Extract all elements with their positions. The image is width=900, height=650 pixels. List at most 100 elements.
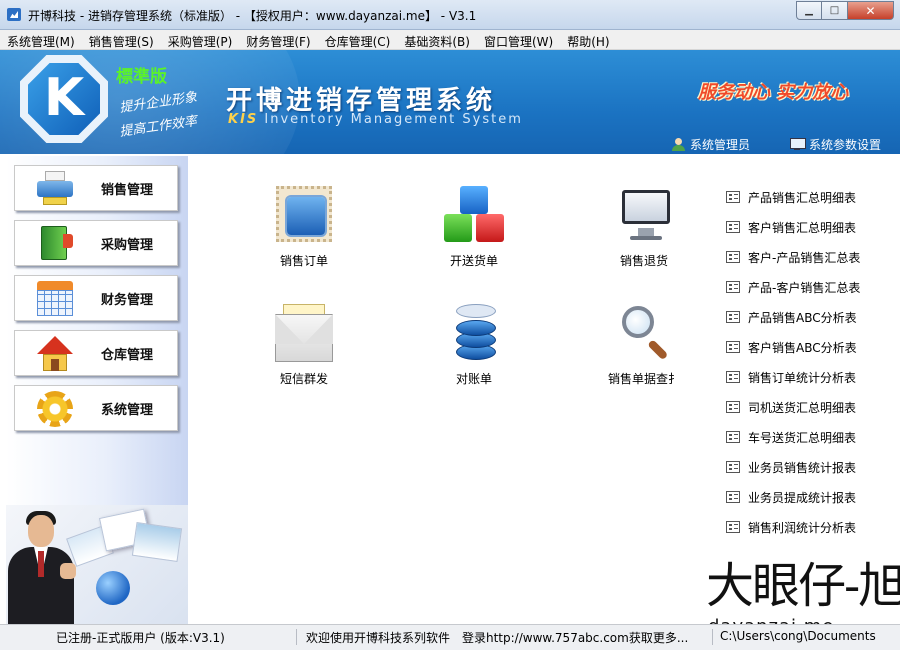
report-label: 销售订单统计分析表 (748, 370, 857, 385)
report-icon (726, 521, 740, 533)
report-label: 客户销售汇总明细表 (748, 220, 857, 235)
printer-icon (37, 171, 73, 207)
status-registration: 已注册-正式版用户 (版本:V3.1) (56, 631, 225, 645)
report-label: 司机送货汇总明细表 (748, 400, 857, 415)
header-banner: K 標準版 提升企业形象 提高工作效率 开博进销存管理系统 KIS Invent… (0, 50, 900, 154)
sidebar-item-label: 财务管理 (101, 292, 154, 308)
report-icon (726, 431, 740, 443)
motto: 服务动心 实力放心 (698, 82, 849, 103)
status-divider (296, 629, 297, 645)
report-icon (726, 251, 740, 263)
report-label: 产品销售汇总明细表 (748, 190, 857, 205)
subtitle-brand: KIS (228, 112, 259, 127)
system-settings-link[interactable]: 系统参数设置 (790, 136, 881, 153)
report-label: 业务员销售统计报表 (748, 460, 857, 475)
minimize-icon: ▁ (805, 5, 813, 16)
sidebar-item-warehouse[interactable]: 仓库管理 (14, 330, 178, 376)
report-link[interactable]: 产品-客户销售汇总表 (726, 279, 860, 295)
sidebar-item-label: 仓库管理 (101, 347, 154, 363)
menu-help[interactable]: 帮助(H) (560, 30, 616, 49)
stamp-icon (276, 186, 332, 242)
book-icon (37, 226, 73, 262)
monitor-icon (618, 186, 674, 242)
menu-window[interactable]: 窗口管理(W) (477, 30, 560, 49)
database-icon (448, 304, 504, 364)
report-link[interactable]: 销售订单统计分析表 (726, 369, 856, 385)
blocks-icon (444, 186, 504, 242)
subtitle-rest: Inventory Management System (258, 112, 523, 127)
close-button[interactable]: ✕ (848, 1, 894, 20)
report-icon (726, 461, 740, 473)
sidebar-item-label: 采购管理 (101, 237, 154, 253)
report-link[interactable]: 客户-产品销售汇总表 (726, 249, 860, 265)
system-subtitle: KIS Inventory Management System (228, 112, 523, 127)
envelope-icon (275, 304, 333, 364)
minimize-button[interactable]: ▁ (796, 1, 822, 20)
sidebar-item-purchase[interactable]: 采购管理 (14, 220, 178, 266)
menu-purchase[interactable]: 采购管理(P) (161, 30, 240, 49)
report-link[interactable]: 产品销售汇总明细表 (726, 189, 856, 205)
slogan-line-2: 提高工作效率 (118, 114, 198, 140)
function-label: 销售单据查扌 (607, 372, 680, 386)
report-icon (726, 281, 740, 293)
status-login-hint: 登录http://www.757abc.com获取更多... (462, 631, 689, 645)
report-label: 产品-客户销售汇总表 (748, 280, 861, 295)
report-link[interactable]: 业务员销售统计报表 (726, 459, 856, 475)
house-icon (37, 336, 73, 372)
system-settings-label: 系统参数设置 (809, 138, 882, 152)
report-icon (726, 371, 740, 383)
function-label: 开送货单 (449, 254, 498, 268)
report-icon (726, 221, 740, 233)
report-link[interactable]: 司机送货汇总明细表 (726, 399, 856, 415)
close-icon: ✕ (865, 3, 876, 18)
report-link[interactable]: 销售利润统计分析表 (726, 519, 856, 535)
report-icon (726, 311, 740, 323)
report-link[interactable]: 客户销售汇总明细表 (726, 219, 856, 235)
function-label: 销售退货 (619, 254, 668, 268)
maximize-icon: □ (829, 5, 840, 16)
report-label: 客户销售ABC分析表 (748, 340, 857, 355)
report-label: 产品销售ABC分析表 (748, 310, 857, 325)
report-link[interactable]: 车号送货汇总明细表 (726, 429, 856, 445)
current-user-link[interactable]: 系统管理员 (672, 136, 750, 153)
sidebar-item-label: 系统管理 (101, 402, 154, 418)
menu-sales[interactable]: 销售管理(S) (82, 30, 161, 49)
report-icon (726, 491, 740, 503)
app-icon[interactable] (7, 8, 21, 21)
watermark-chinese: 大眼仔-旭 (706, 558, 900, 614)
report-icon (726, 191, 740, 203)
status-divider (712, 629, 713, 645)
sidebar-item-sales[interactable]: 销售管理 (14, 165, 178, 211)
magnifier-icon (618, 304, 674, 361)
user-icon (672, 138, 685, 151)
window-title: 开博科技 - 进销存管理系统（标准版） - 【授权用户：www.dayanzai… (28, 9, 477, 23)
report-link[interactable]: 客户销售ABC分析表 (726, 339, 857, 355)
report-label: 客户-产品销售汇总表 (748, 250, 861, 265)
function-label: 对账单 (455, 372, 492, 386)
report-icon (726, 401, 740, 413)
sidebar-item-system[interactable]: 系统管理 (14, 385, 178, 431)
title-bar: 开博科技 - 进销存管理系统（标准版） - 【授权用户：www.dayanzai… (0, 0, 900, 30)
status-path: C:\Users\cong\Documents (720, 629, 876, 643)
function-label: 短信群发 (279, 372, 328, 386)
window-controls: ▁ □ ✕ (796, 1, 894, 20)
menu-finance[interactable]: 财务管理(F) (239, 30, 317, 49)
report-label: 销售利润统计分析表 (748, 520, 857, 535)
function-label: 销售订单 (279, 254, 328, 268)
globe-icon (96, 571, 130, 605)
menu-bar: 系统管理(M) 销售管理(S) 采购管理(P) 财务管理(F) 仓库管理(C) … (0, 30, 900, 50)
menu-system[interactable]: 系统管理(M) (0, 30, 82, 49)
menu-warehouse[interactable]: 仓库管理(C) (318, 30, 398, 49)
edition-label: 標準版 (116, 67, 167, 87)
logo-letter: K (43, 68, 85, 128)
report-link[interactable]: 产品销售ABC分析表 (726, 309, 857, 325)
status-welcome: 欢迎使用开博科技系列软件 (306, 631, 451, 645)
maximize-button[interactable]: □ (822, 1, 848, 20)
current-user-label: 系统管理员 (690, 138, 751, 152)
report-label: 业务员提成统计报表 (748, 490, 857, 505)
report-link[interactable]: 业务员提成统计报表 (726, 489, 856, 505)
menu-basic-data[interactable]: 基础资料(B) (397, 30, 477, 49)
promo-businessman-image (6, 505, 188, 624)
settings-monitor-icon (790, 138, 806, 151)
sidebar-item-finance[interactable]: 财务管理 (14, 275, 178, 321)
